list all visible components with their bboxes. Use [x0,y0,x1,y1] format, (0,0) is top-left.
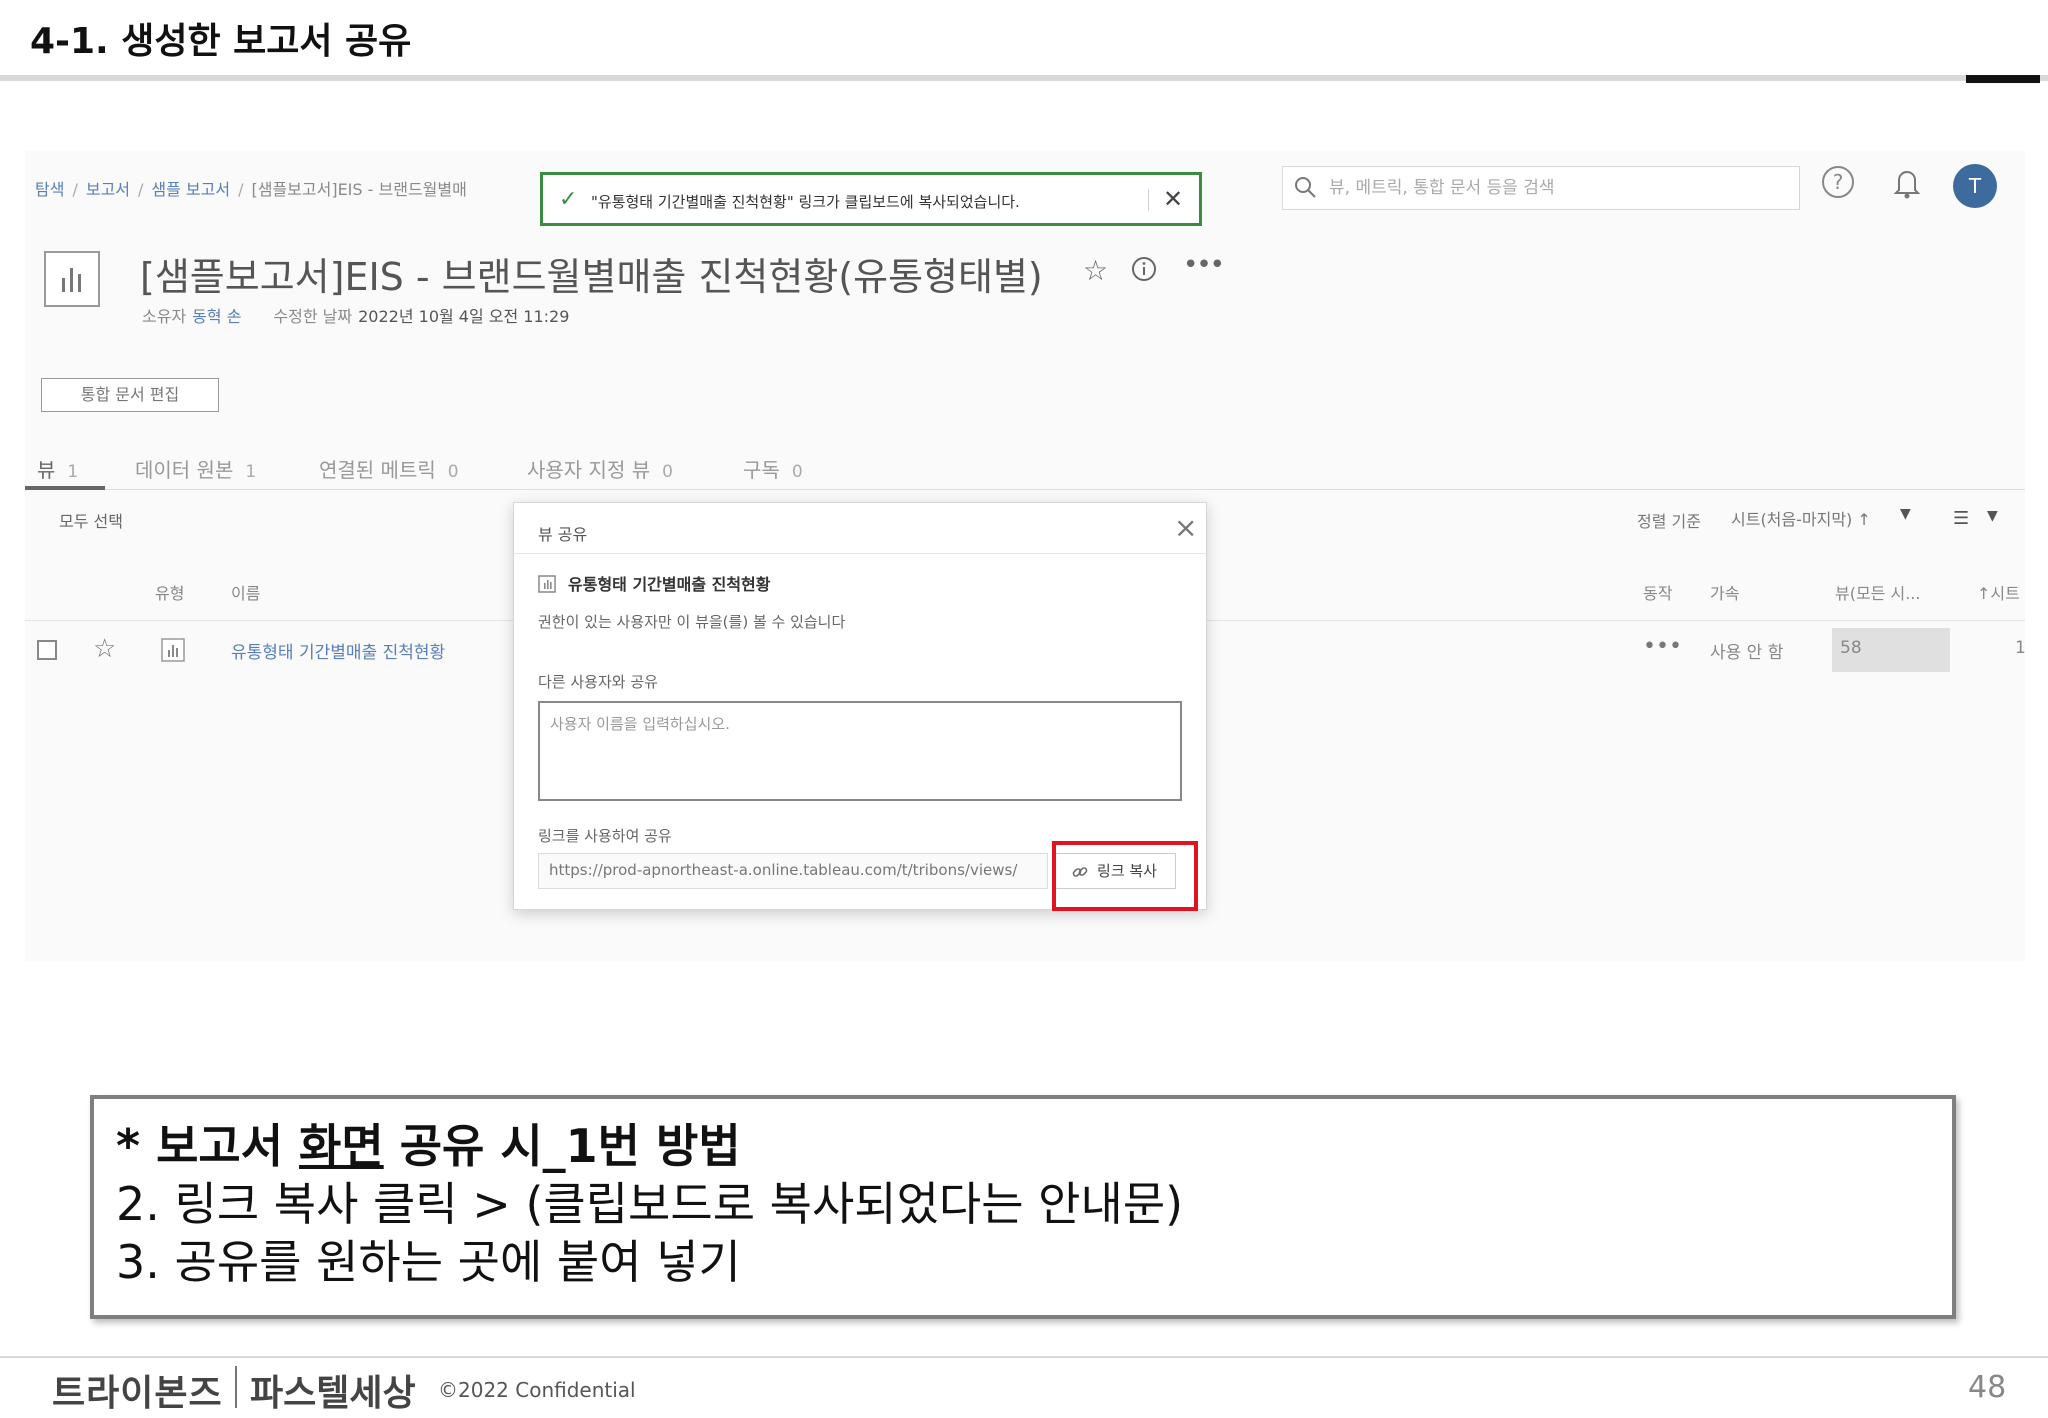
row-view-count: 58 [1832,628,1950,672]
breadcrumb-item-sample-reports[interactable]: 샘플 보고서 [151,180,230,199]
page-title: [샘플보고서]EIS - 브랜드월별매출 진척현황(유통형태별) [140,255,1043,299]
instruction-box: * 보고서 화면 공유 시_1번 방법 2. 링크 복사 클릭 > (클립보드로… [90,1095,1956,1319]
column-header-type[interactable]: 유형 [155,580,184,604]
toast-message: "유통형태 기간별매출 진척현황" 링크가 클립보드에 복사되었습니다. [591,193,1020,211]
tab-data-sources[interactable]: 데이터 원본 1 [135,454,256,483]
share-with-users-label: 다른 사용자와 공유 [538,673,658,691]
caret-down-icon[interactable]: ▼ [1900,506,1911,522]
share-link-field[interactable]: https://prod-apnortheast-a.online.tablea… [538,853,1048,889]
breadcrumb-separator: / [238,180,244,199]
column-header-views[interactable]: 뷰(모든 시... [1835,580,1920,604]
slide-title: 4-1. 생성한 보고서 공유 [30,21,412,62]
instruction-step-2: 2. 링크 복사 클릭 > (클립보드로 복사되었다는 안내문) [116,1177,1184,1231]
list-view-icon[interactable]: ☰ [1953,508,1969,529]
help-icon[interactable]: ? [1820,164,1856,200]
breadcrumb-separator: / [72,180,78,199]
shared-view-name: 유통형태 기간별매출 진척현황 [568,575,771,594]
favorite-star-icon[interactable]: ☆ [93,634,116,664]
breadcrumb-item-current: [샘플보고서]EIS - 브랜드월별매 [251,180,467,199]
row-sheet-count: 1 [2015,638,2025,658]
title-accent-bar [1966,75,2040,83]
column-header-name[interactable]: 이름 [231,580,260,604]
copy-link-highlight [1052,841,1198,911]
view-name-link[interactable]: 유통형태 기간별매출 진척현황 [231,638,445,663]
user-name-input[interactable] [538,701,1182,801]
workbook-meta: 소유자 동혁 손 수정한 날짜 2022년 10월 4일 오전 11:29 [142,303,569,327]
breadcrumb: 탐색 / 보고서 / 샘플 보고서 / [샘플보고서]EIS - 브랜드월별매 [35,176,467,200]
owner-link[interactable]: 동혁 손 [192,307,241,326]
info-icon[interactable] [1131,256,1157,282]
breadcrumb-separator: / [138,180,144,199]
share-link-label: 링크를 사용하여 공유 [538,827,672,845]
column-header-acceleration[interactable]: 가속 [1710,580,1739,604]
active-tab-indicator [25,486,105,490]
permission-note: 권한이 있는 사용자만 이 뷰을(를) 볼 수 있습니다 [538,613,846,631]
view-icon [538,575,556,593]
tab-count: 0 [447,462,459,482]
tab-subscriptions[interactable]: 구독 0 [743,454,803,483]
check-icon: ✓ [559,187,578,212]
breadcrumb-item-explore[interactable]: 탐색 [35,180,64,199]
view-type-icon [161,638,185,662]
tab-views[interactable]: 뷰1 [37,454,78,483]
tableau-screenshot: 탐색 / 보고서 / 샘플 보고서 / [샘플보고서]EIS - 브랜드월별매 ✓ "유통형… [25,150,2025,962]
row-actions-button[interactable]: ••• [1643,634,1682,659]
more-options-icon[interactable]: ••• [1183,250,1225,280]
tab-count: 0 [662,462,673,482]
close-icon[interactable]: ✕ [1163,185,1183,213]
breadcrumb-item-reports[interactable]: 보고서 [86,180,130,199]
search-icon [1295,177,1316,198]
copy-success-toast: ✓ "유통형태 기간별매출 진척현황" 링크가 클립보드에 복사되었습니다. ✕ [540,172,1202,226]
star-icon[interactable]: ☆ [1083,254,1108,287]
pastel-world-logo: 파스텔세상 [250,1373,416,1414]
page-number: 48 [1968,1370,2007,1405]
column-header-sheets[interactable]: ↑시트 [1977,580,2020,604]
modified-label: 수정한 날짜 [273,307,353,326]
edit-workbook-button[interactable]: 통합 문서 편집 [41,378,219,412]
tab-connected-metrics[interactable]: 연결된 메트릭 0 [319,454,459,483]
tab-label: 구독 [743,458,780,482]
sort-select[interactable]: 시트(처음-마지막) ↑ [1731,506,1871,530]
tab-label: 연결된 메트릭 [319,458,436,482]
select-all-button[interactable]: 모두 선택 [59,508,123,532]
tab-count: 1 [67,462,79,482]
instruction-step-3: 3. 공유를 원하는 곳에 붙여 넣기 [116,1235,741,1289]
workbook-icon [44,251,100,307]
copyright-text: ©2022 Confidential [438,1378,636,1402]
close-icon[interactable]: × [1174,511,1197,544]
footer-rule [0,1356,2048,1358]
toast-divider [1148,189,1149,211]
dialog-title: 뷰 공유 [538,525,588,544]
instruction-heading: * 보고서 화면 공유 시_1번 방법 [116,1119,741,1173]
tab-count: 1 [245,462,257,482]
search-box[interactable] [1282,166,1800,210]
tab-label: 데이터 원본 [135,458,234,482]
title-rule [0,75,2048,81]
sort-label: 정렬 기준 [1637,512,1701,531]
row-checkbox[interactable] [37,640,57,660]
tab-label: 사용자 지정 뷰 [527,458,651,482]
tab-custom-views[interactable]: 사용자 지정 뷰 0 [527,454,673,483]
modified-date: 2022년 10월 4일 오전 11:29 [358,307,570,326]
tab-label: 뷰 [37,458,56,482]
svg-text:?: ? [1833,170,1844,194]
row-acceleration: 사용 안 함 [1710,643,1784,663]
caret-down-icon[interactable]: ▼ [1987,508,1998,524]
content-tabs: 뷰1 데이터 원본 1 연결된 메트릭 0 사용자 지정 뷰0 구독 0 [25,448,2025,490]
tribons-logo: 트라이본즈 [52,1373,223,1414]
dialog-divider [514,553,1206,554]
bell-icon[interactable] [1891,166,1923,200]
owner-label: 소유자 [142,307,187,326]
tab-count: 0 [791,462,803,482]
search-input[interactable] [1327,173,1787,203]
avatar[interactable]: T [1953,164,1997,208]
column-header-actions: 동작 [1643,584,1673,603]
logo-separator [235,1366,237,1408]
